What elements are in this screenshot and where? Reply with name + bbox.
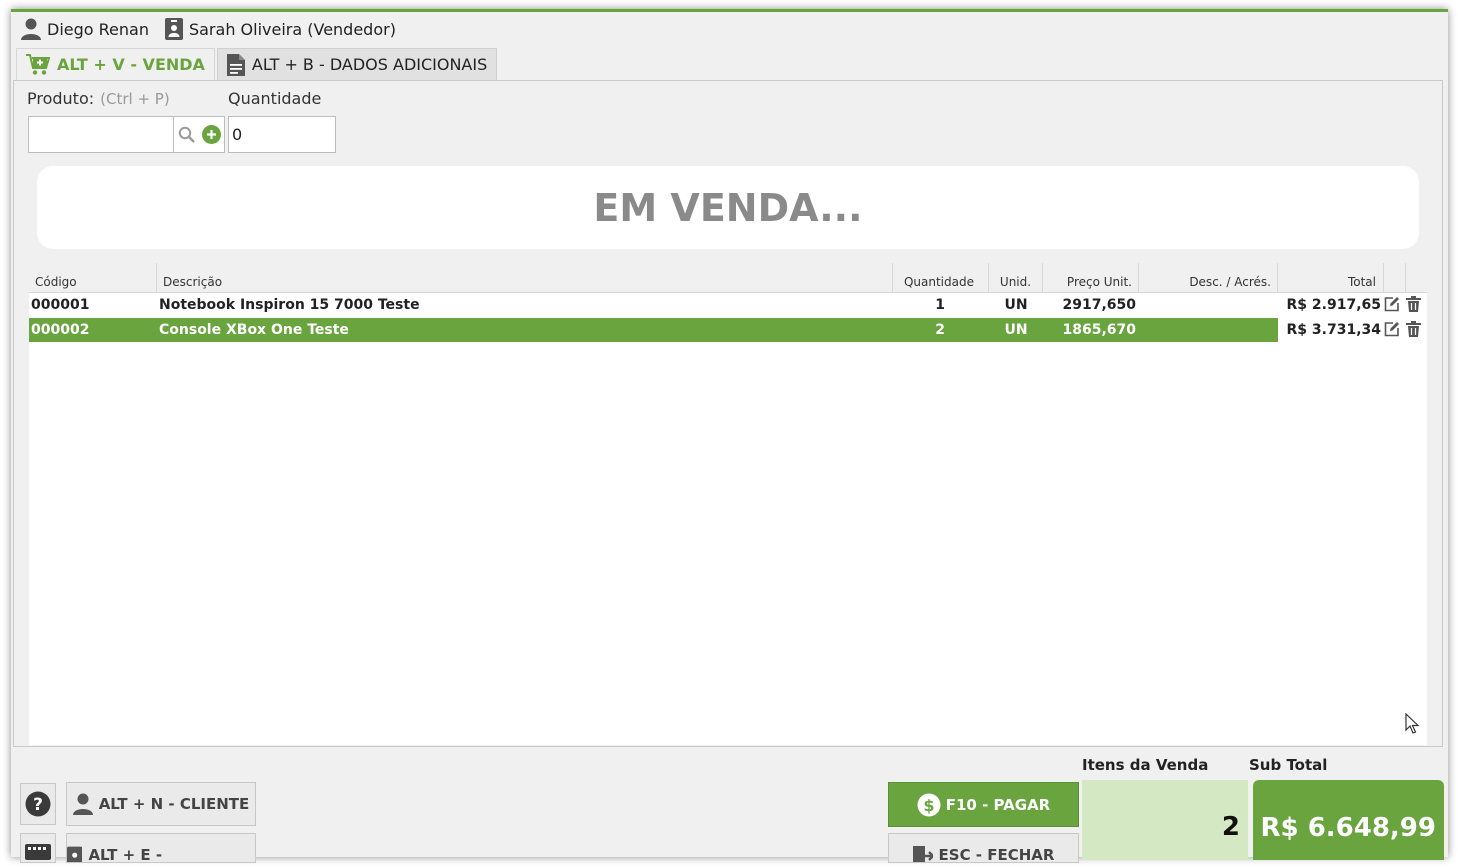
- trash-icon[interactable]: [1406, 296, 1421, 312]
- pagar-button-label: F10 - PAGAR: [945, 795, 1051, 814]
- tab-dados-label: ALT + B - DADOS ADICIONAIS: [251, 55, 488, 74]
- col-edit: [1384, 263, 1406, 292]
- user-bar: Diego Renan Sarah Oliveira (Vendedor): [21, 15, 412, 43]
- dollar-icon: $: [917, 793, 941, 816]
- table-row[interactable]: 000001 Notebook Inspiron 15 7000 Teste 1…: [29, 293, 1427, 317]
- keyboard-button[interactable]: [20, 833, 56, 863]
- status-banner: EM VENDA...: [37, 166, 1419, 249]
- table-row-selected[interactable]: 000002 Console XBox One Teste 2 UN 1865,…: [29, 318, 1427, 342]
- cell-description: Console XBox One Teste: [159, 322, 349, 338]
- col-unid[interactable]: Unid.: [989, 263, 1043, 292]
- subtotal-box: R$ 6.648,99: [1253, 780, 1444, 860]
- svg-text:$: $: [923, 796, 934, 815]
- col-quantidade[interactable]: Quantidade: [893, 263, 989, 292]
- cell-unit: UN: [1004, 297, 1028, 313]
- subtotal-label: Sub Total: [1249, 756, 1328, 774]
- row-actions: [1384, 296, 1421, 312]
- itens-label: Itens da Venda: [1082, 756, 1209, 774]
- keyboard-icon: [25, 844, 51, 860]
- cliente-button[interactable]: ALT + N - CLIENTE: [66, 782, 256, 826]
- pdv-window: Diego Renan Sarah Oliveira (Vendedor) AL…: [11, 9, 1448, 857]
- row-actions: [1384, 321, 1421, 337]
- fechar-button-label: ESC - FECHAR: [938, 846, 1055, 863]
- tab-bar: ALT + V - VENDA ALT + B - DADOS ADICIONA…: [16, 48, 498, 80]
- help-icon: ?: [25, 791, 51, 817]
- col-total[interactable]: Total: [1278, 263, 1384, 292]
- col-desc-acres[interactable]: Desc. / Acrés.: [1139, 263, 1278, 292]
- user-icon: [72, 793, 93, 815]
- help-button[interactable]: ?: [20, 783, 56, 825]
- tab-venda[interactable]: ALT + V - VENDA: [16, 48, 215, 80]
- seller-user: Sarah Oliveira (Vendedor): [164, 18, 396, 40]
- product-shortcut-hint: (Ctrl + P): [100, 90, 170, 108]
- seller-name: Sarah Oliveira (Vendedor): [188, 19, 396, 39]
- tab-venda-label: ALT + V - VENDA: [57, 55, 205, 74]
- search-icon[interactable]: [178, 126, 195, 143]
- cell-code: 000002: [31, 322, 90, 338]
- operator-user: Diego Renan: [21, 18, 149, 40]
- cliente-button-label: ALT + N - CLIENTE: [98, 795, 250, 813]
- quantity-input[interactable]: 0: [228, 116, 336, 153]
- items-table: Código Descrição Quantidade Unid. Preço …: [29, 263, 1427, 745]
- col-descricao[interactable]: Descrição: [157, 263, 893, 292]
- cell-description: Notebook Inspiron 15 7000 Teste: [159, 297, 420, 313]
- id-badge-icon: [164, 18, 183, 40]
- fechar-button[interactable]: ESC - FECHAR: [888, 833, 1079, 863]
- cell-unit-price: 1865,670: [1062, 322, 1136, 338]
- col-preco-unit[interactable]: Preço Unit.: [1043, 263, 1139, 292]
- trash-icon[interactable]: [1406, 321, 1421, 337]
- venda-panel: Produto: (Ctrl + P) Quantidade 0 EM VENDA…: [13, 80, 1443, 747]
- product-label-text: Produto:: [27, 89, 95, 108]
- col-codigo[interactable]: Código: [29, 263, 157, 292]
- edit-icon[interactable]: [1384, 296, 1400, 312]
- mouse-cursor-icon: [1405, 713, 1420, 734]
- id-badge-icon: [67, 846, 83, 862]
- cell-discount: [1139, 293, 1272, 317]
- cell-total: R$ 3.731,34: [1286, 322, 1381, 338]
- table-header: Código Descrição Quantidade Unid. Preço …: [29, 263, 1427, 293]
- svg-text:?: ?: [33, 795, 43, 815]
- cell-total: R$ 2.917,65: [1286, 297, 1381, 313]
- itens-count-value: 2: [1221, 812, 1240, 842]
- cart-plus-icon: [26, 53, 50, 75]
- cell-unit-price: 2917,650: [1062, 297, 1136, 313]
- product-label: Produto: (Ctrl + P): [27, 89, 170, 108]
- operator-name: Diego Renan: [47, 19, 149, 39]
- itens-count-box: 2: [1082, 780, 1248, 860]
- product-input-actions: [174, 116, 225, 153]
- exit-icon: [912, 846, 933, 862]
- cell-unit: UN: [1004, 322, 1028, 338]
- document-icon: [226, 53, 245, 76]
- col-delete: [1406, 263, 1427, 292]
- cell-code: 000001: [31, 297, 90, 313]
- user-icon: [21, 18, 41, 40]
- cell-quantity: 2: [935, 322, 945, 338]
- subtotal-value: R$ 6.648,99: [1260, 813, 1436, 843]
- tab-dados-adicionais[interactable]: ALT + B - DADOS ADICIONAIS: [216, 48, 498, 80]
- product-input[interactable]: [28, 116, 174, 153]
- cell-discount: [1139, 318, 1272, 342]
- edit-icon[interactable]: [1384, 321, 1400, 337]
- vendedor-button[interactable]: ALT + E - VENDEDOR: [66, 833, 256, 863]
- add-product-icon[interactable]: [201, 125, 221, 144]
- cell-quantity: 1: [935, 297, 945, 313]
- vendedor-button-label: ALT + E - VENDEDOR: [88, 846, 163, 863]
- pagar-button[interactable]: $ F10 - PAGAR: [888, 782, 1079, 827]
- quantity-label: Quantidade: [228, 89, 322, 108]
